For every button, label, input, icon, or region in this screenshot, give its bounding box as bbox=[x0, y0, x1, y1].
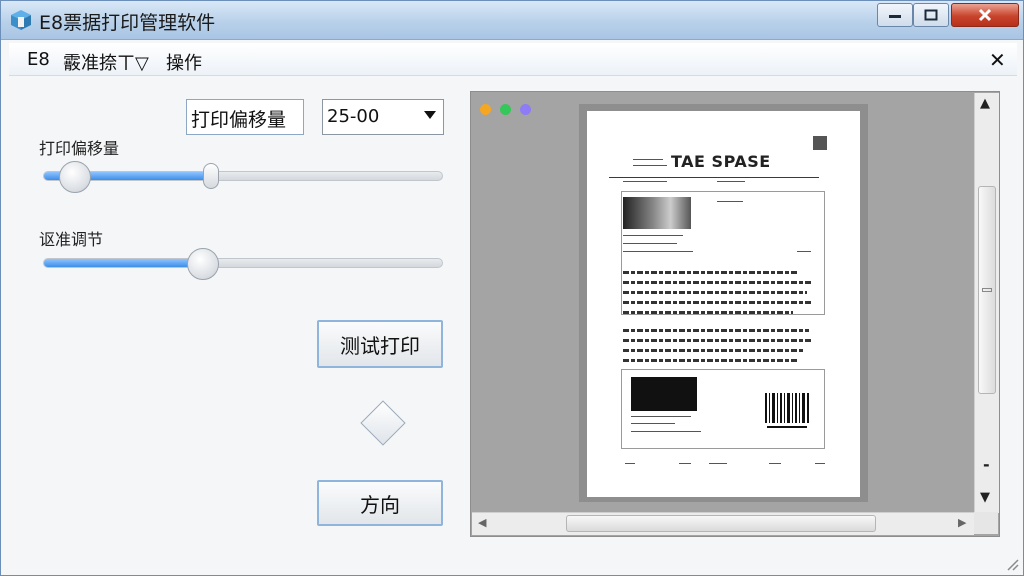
preview-dot-purple[interactable] bbox=[520, 104, 531, 115]
menu-item-e8[interactable]: E8 bbox=[27, 49, 50, 70]
document-text-line bbox=[623, 359, 797, 362]
direction-button[interactable]: 方向 bbox=[317, 480, 443, 526]
doc-rule bbox=[717, 201, 743, 202]
app-window: E8票据打印管理软件 E8 霰准捺ㄒ▽ 操作 ✕ 打印偏移量 25-00 打印偏… bbox=[0, 0, 1024, 576]
close-icon bbox=[978, 8, 992, 22]
scroll-dash: - bbox=[983, 455, 990, 474]
doc-rule bbox=[631, 423, 675, 424]
app-icon bbox=[11, 10, 31, 30]
print-offset-slider-handle[interactable] bbox=[203, 163, 219, 189]
menu-item-operate[interactable]: 操作 bbox=[166, 49, 202, 75]
doc-rule bbox=[769, 463, 781, 464]
print-offset-slider[interactable] bbox=[43, 171, 443, 181]
doc-rule bbox=[815, 463, 825, 464]
vertical-scroll-thumb[interactable] bbox=[978, 186, 996, 394]
doc-rule bbox=[631, 416, 691, 417]
maximize-icon bbox=[924, 9, 938, 21]
calibrate-slider-knob[interactable] bbox=[187, 248, 219, 280]
doc-rule bbox=[633, 165, 667, 166]
preview-document: TAE SPASE bbox=[587, 111, 860, 497]
scroll-grip-icon bbox=[982, 288, 992, 292]
minimize-button[interactable] bbox=[877, 3, 913, 27]
calibrate-slider-fill bbox=[44, 259, 204, 267]
doc-rule bbox=[625, 463, 635, 464]
doc-rule bbox=[609, 177, 819, 178]
doc-rule bbox=[709, 463, 727, 464]
offset-select[interactable]: 25-00 bbox=[322, 99, 444, 135]
print-offset-label: 打印偏移量 bbox=[39, 139, 120, 158]
document-text-line bbox=[623, 349, 803, 352]
print-offset-slider-left-knob[interactable] bbox=[59, 161, 91, 193]
close-window-button[interactable] bbox=[951, 3, 1019, 27]
document-logo-icon bbox=[813, 136, 827, 150]
resize-grip-icon[interactable] bbox=[1005, 557, 1019, 571]
scroll-corner bbox=[974, 512, 998, 534]
doc-rule bbox=[679, 463, 691, 464]
scroll-down-icon[interactable]: ▼ bbox=[980, 490, 990, 505]
horizontal-scrollbar[interactable]: ◀ ▶ bbox=[472, 512, 974, 535]
document-black-block bbox=[631, 377, 697, 411]
chevron-down-icon bbox=[424, 111, 436, 119]
scroll-up-icon[interactable]: ▲ bbox=[980, 96, 990, 111]
document-text-line bbox=[623, 329, 809, 332]
document-text-line bbox=[623, 339, 811, 342]
title-bar[interactable]: E8票据打印管理软件 bbox=[1, 1, 1023, 40]
document-photo bbox=[623, 197, 691, 229]
document-text-line bbox=[623, 281, 813, 284]
menu-bar: E8 霰准捺ㄒ▽ 操作 ✕ bbox=[9, 43, 1017, 76]
document-text-line bbox=[623, 291, 807, 294]
menu-close-icon[interactable]: ✕ bbox=[989, 48, 1006, 72]
test-print-button[interactable]: 测试打印 bbox=[317, 320, 443, 368]
window-title: E8票据打印管理软件 bbox=[39, 12, 216, 34]
document-text-line bbox=[623, 311, 793, 314]
doc-rule bbox=[623, 243, 677, 244]
preview-dot-orange[interactable] bbox=[480, 104, 491, 115]
doc-rule bbox=[623, 251, 693, 252]
preview-dot-green[interactable] bbox=[500, 104, 511, 115]
scroll-left-icon[interactable]: ◀ bbox=[478, 516, 486, 529]
print-offset-field[interactable]: 打印偏移量 bbox=[186, 99, 304, 135]
horizontal-scroll-thumb[interactable] bbox=[566, 515, 876, 532]
barcode-icon bbox=[765, 393, 809, 428]
doc-rule bbox=[717, 181, 745, 182]
document-heading: TAE SPASE bbox=[671, 152, 771, 171]
calibrate-slider[interactable] bbox=[43, 258, 443, 268]
document-text-line bbox=[623, 271, 799, 274]
vertical-scrollbar[interactable]: ▲ - ▼ bbox=[974, 93, 999, 513]
doc-rule bbox=[797, 251, 811, 252]
direction-diamond-icon[interactable] bbox=[360, 400, 406, 446]
document-text-line bbox=[623, 301, 811, 304]
calibrate-label: 讴准调节 bbox=[39, 230, 104, 249]
doc-rule bbox=[631, 431, 701, 432]
menu-item-calibrate[interactable]: 霰准捺ㄒ▽ bbox=[63, 49, 149, 75]
minimize-icon bbox=[889, 15, 901, 18]
offset-select-value: 25-00 bbox=[327, 106, 380, 127]
maximize-button[interactable] bbox=[913, 3, 949, 27]
scroll-right-icon[interactable]: ▶ bbox=[958, 516, 966, 529]
doc-rule bbox=[623, 181, 667, 182]
doc-rule bbox=[623, 235, 683, 236]
doc-rule bbox=[633, 159, 663, 160]
